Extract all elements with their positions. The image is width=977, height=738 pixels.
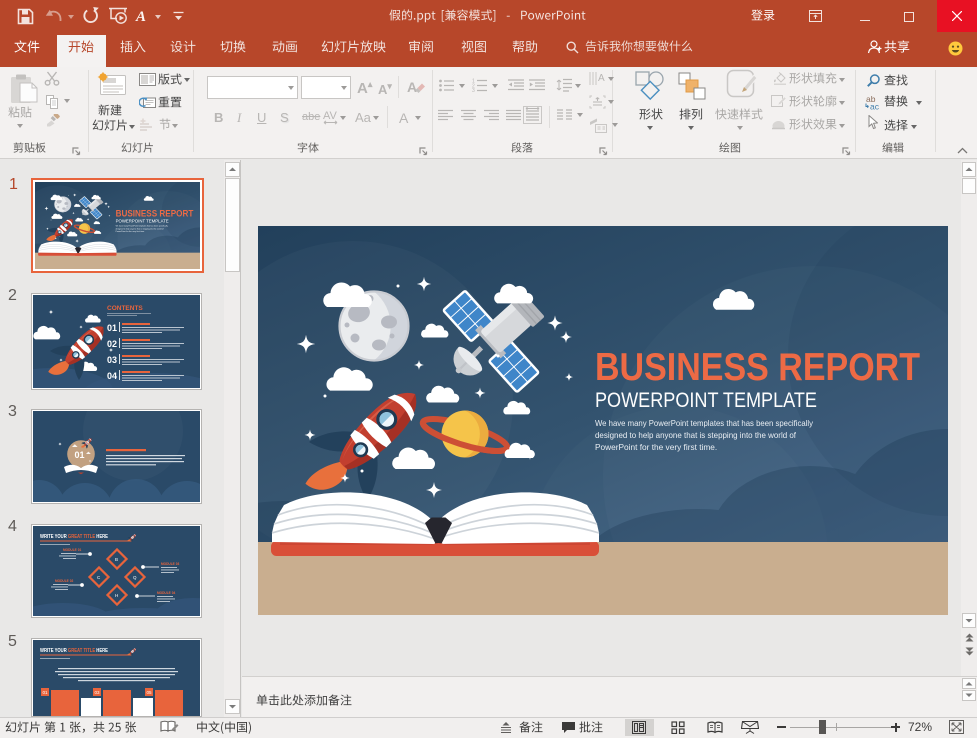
- svg-text:A: A: [135, 9, 146, 23]
- svg-text:MODULE 04: MODULE 04: [157, 591, 175, 595]
- svg-text:01: 01: [107, 323, 117, 333]
- svg-text:Q: Q: [133, 575, 137, 580]
- svg-text:A: A: [598, 73, 605, 84]
- svg-text:AV: AV: [323, 110, 338, 122]
- svg-text:A: A: [407, 79, 417, 95]
- svg-text:04: 04: [107, 371, 117, 381]
- svg-text:03: 03: [107, 355, 117, 365]
- svg-text:MODULE 03: MODULE 03: [161, 562, 179, 566]
- svg-text:3: 3: [472, 88, 475, 92]
- svg-text:MODULE 02: MODULE 02: [55, 579, 73, 583]
- svg-text:MODULE 01: MODULE 01: [63, 548, 81, 552]
- svg-text:ac: ac: [870, 102, 880, 111]
- svg-text:B: B: [115, 557, 118, 562]
- svg-text:WRITE YOUR GREAT TITLE HERE: WRITE YOUR GREAT TITLE HERE: [40, 648, 108, 654]
- svg-text:WRITE YOUR GREAT TITLE HERE: WRITE YOUR GREAT TITLE HERE: [40, 534, 108, 540]
- svg-text:03: 03: [95, 690, 101, 695]
- svg-text:05: 05: [147, 690, 153, 695]
- svg-text:CONTENTS: CONTENTS: [107, 305, 143, 312]
- svg-text:02: 02: [107, 339, 117, 349]
- svg-text:H: H: [115, 593, 118, 598]
- svg-text:01: 01: [43, 690, 49, 695]
- svg-text:01: 01: [75, 450, 85, 460]
